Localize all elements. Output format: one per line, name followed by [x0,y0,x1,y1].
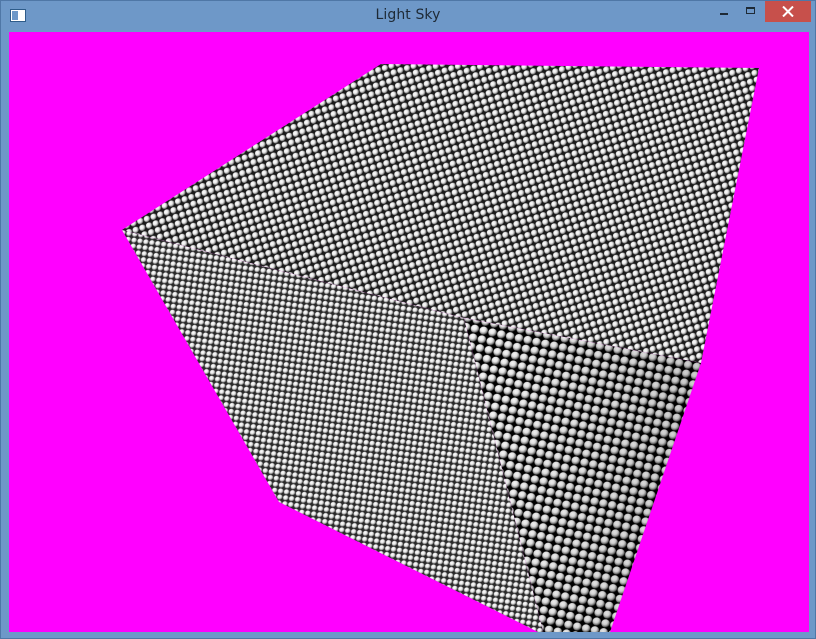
window-title: Light Sky [375,7,441,23]
maximize-button[interactable] [737,1,764,22]
minimize-icon [720,13,728,15]
close-button[interactable] [765,1,811,22]
render-viewport[interactable] [9,32,809,632]
close-icon [782,6,794,17]
sphere-cube-render [122,64,759,632]
maximize-icon [746,7,755,14]
app-window: Light Sky [0,0,816,639]
minimize-button[interactable] [709,1,737,22]
title-bar[interactable]: Light Sky [1,1,815,31]
